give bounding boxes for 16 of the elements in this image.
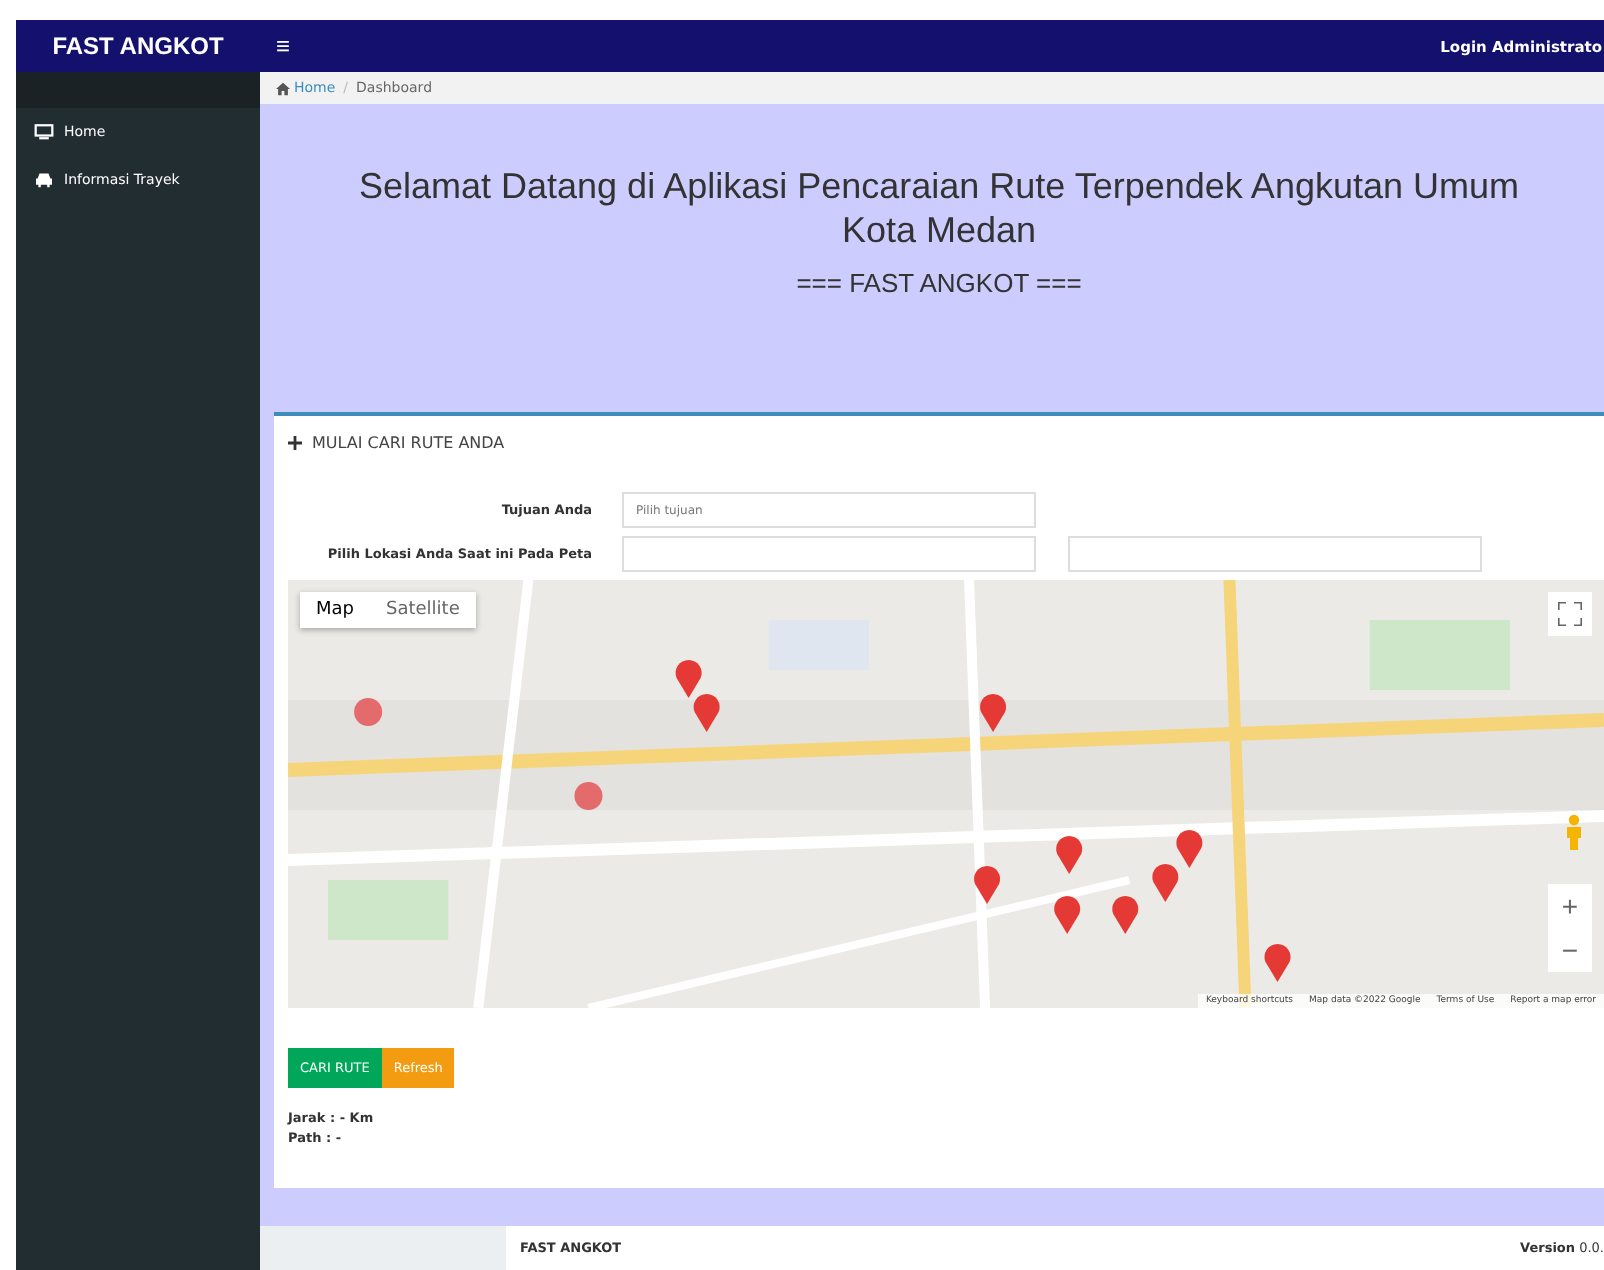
map-type-tab[interactable]: Satellite xyxy=(370,592,476,628)
person-icon[interactable] xyxy=(1564,814,1584,850)
home-icon xyxy=(276,81,290,95)
input-field[interactable] xyxy=(1068,536,1482,572)
brand-title: FAST ANGKOT xyxy=(16,20,260,72)
map-type-tab[interactable]: Map xyxy=(300,592,370,628)
fullscreen-button[interactable] xyxy=(1548,592,1592,636)
car-icon xyxy=(34,172,54,188)
panel-title: MULAI CARI RUTE ANDA xyxy=(312,433,505,451)
monitor-icon xyxy=(34,124,54,140)
input-field[interactable] xyxy=(622,536,1036,572)
plus-icon xyxy=(288,435,302,449)
menu-button[interactable]: ≡ xyxy=(264,32,303,60)
app-subtitle: === FAST ANGKOT === xyxy=(796,268,1082,298)
fullscreen-icon xyxy=(1558,602,1582,626)
welcome-heading: Selamat Datang di Aplikasi Pencaraian Rute Terpendek Angkutan Umum Kota Medan xyxy=(356,164,1521,252)
